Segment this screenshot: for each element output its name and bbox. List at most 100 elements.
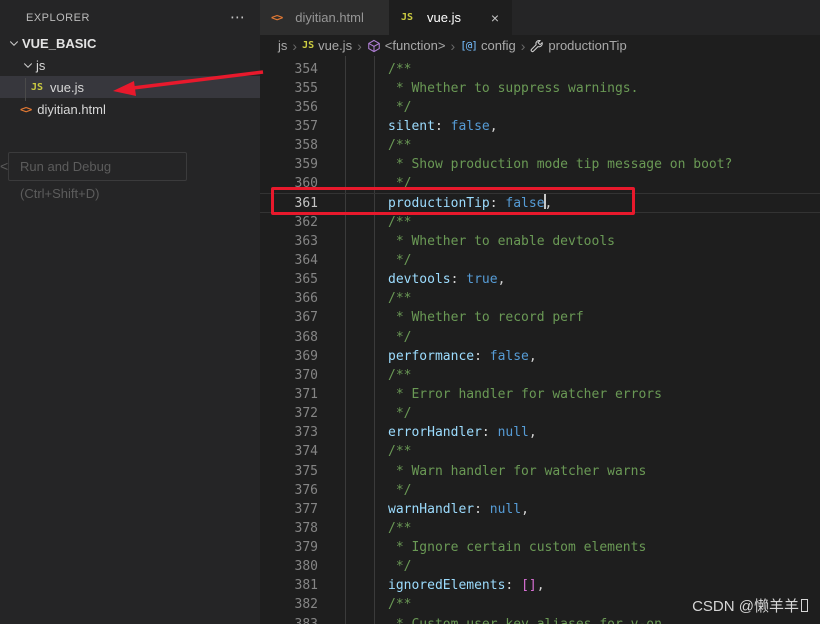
line-number: 354 bbox=[260, 60, 318, 79]
code-row[interactable]: 356 */ bbox=[260, 98, 820, 117]
line-number: 370 bbox=[260, 366, 318, 385]
tree-file-vuejs[interactable]: JS vue.js bbox=[0, 76, 260, 98]
run-and-debug-ghost-button[interactable]: Run and Debug (Ctrl+Shift+D) bbox=[8, 152, 187, 181]
tree-file-diyitian-html[interactable]: <> diyitian.html bbox=[0, 98, 260, 120]
code-row[interactable]: 364 */ bbox=[260, 251, 820, 270]
line-number: 360 bbox=[260, 174, 318, 193]
code-row[interactable]: 375 * Warn handler for watcher warns bbox=[260, 462, 820, 481]
code-row[interactable]: 378 /** bbox=[260, 519, 820, 538]
code-text: */ bbox=[388, 328, 411, 347]
code-text: optionMergeStrategies: Object.create(nul… bbox=[388, 56, 725, 60]
code-row[interactable]: 368 */ bbox=[260, 328, 820, 347]
code-row[interactable]: 381 ignoredElements: [], bbox=[260, 576, 820, 595]
code-text: * Whether to enable devtools bbox=[388, 232, 615, 251]
code-row[interactable]: 380 */ bbox=[260, 557, 820, 576]
tab-label: diyitian.html bbox=[295, 10, 364, 25]
code-text: ignoredElements: [], bbox=[388, 576, 545, 595]
code-row[interactable]: 369performance: false, bbox=[260, 347, 820, 366]
code-row[interactable]: 355 * Whether to suppress warnings. bbox=[260, 79, 820, 98]
line-number: 373 bbox=[260, 423, 318, 442]
line-number: 378 bbox=[260, 519, 318, 538]
tree-folder-js[interactable]: js bbox=[0, 54, 260, 76]
tab-bar: <> diyitian.html JS vue.js × bbox=[260, 0, 820, 35]
explorer-title: EXPLORER bbox=[26, 12, 90, 24]
code-row[interactable]: 366/** bbox=[260, 289, 820, 308]
code-row[interactable]: 379 * Ignore certain custom elements bbox=[260, 538, 820, 557]
tree-indent-guide bbox=[25, 78, 26, 101]
breadcrumb-item-productiontip[interactable]: productionTip bbox=[530, 38, 626, 53]
code-text: warnHandler: null, bbox=[388, 500, 529, 519]
html-file-icon: <> bbox=[271, 11, 282, 24]
breadcrumb-item-config[interactable]: [@] config bbox=[460, 38, 516, 53]
line-number: 369 bbox=[260, 347, 318, 366]
code-row[interactable]: 357silent: false, bbox=[260, 117, 820, 136]
code-text: * Warn handler for watcher warns bbox=[388, 462, 646, 481]
code-text: /** bbox=[388, 213, 411, 232]
line-number: 365 bbox=[260, 270, 318, 289]
code-row[interactable]: 360 */ bbox=[260, 174, 820, 193]
line-number: 381 bbox=[260, 576, 318, 595]
tree-root-vue-basic[interactable]: VUE_BASIC bbox=[0, 32, 260, 54]
breadcrumb-item-js[interactable]: js bbox=[278, 38, 287, 53]
line-number: 362 bbox=[260, 213, 318, 232]
js-file-icon: JS bbox=[302, 40, 314, 51]
code-row[interactable]: 376 */ bbox=[260, 481, 820, 500]
code-row[interactable]: 363 * Whether to enable devtools bbox=[260, 232, 820, 251]
code-text: */ bbox=[388, 557, 411, 576]
watermark-text: CSDN @懒羊羊 bbox=[692, 595, 799, 616]
more-actions-icon[interactable]: ⋯ bbox=[230, 13, 246, 23]
code-row[interactable]: 359 * Show production mode tip message o… bbox=[260, 155, 820, 174]
symbol-function-icon bbox=[367, 39, 381, 53]
close-icon[interactable]: × bbox=[489, 10, 501, 26]
indent-guide bbox=[374, 56, 375, 624]
breadcrumb: js › JS vue.js › <function> › [@] config… bbox=[260, 35, 820, 56]
line-number: 380 bbox=[260, 557, 318, 576]
line-number: 368 bbox=[260, 328, 318, 347]
code-text: /** bbox=[388, 136, 411, 155]
code-row[interactable]: 383 * Custom user key aliases for v-on bbox=[260, 615, 820, 624]
line-number: 358 bbox=[260, 136, 318, 155]
code-row[interactable]: 371 * Error handler for watcher errors bbox=[260, 385, 820, 404]
html-file-icon: <> bbox=[20, 103, 31, 116]
code-text: /** bbox=[388, 519, 411, 538]
line-number: 357 bbox=[260, 117, 318, 136]
line-number: 355 bbox=[260, 79, 318, 98]
breadcrumb-separator: › bbox=[450, 38, 455, 54]
breadcrumb-item-vuejs[interactable]: JS vue.js bbox=[302, 38, 352, 53]
code-row[interactable]: 361productionTip: false, bbox=[260, 194, 820, 213]
code-row[interactable]: 362 /** bbox=[260, 213, 820, 232]
code-editor[interactable]: 353optionMergeStrategies: Object.create(… bbox=[260, 56, 820, 624]
code-text: /** bbox=[388, 366, 411, 385]
chevron-down-icon bbox=[20, 57, 36, 73]
code-text: */ bbox=[388, 481, 411, 500]
line-number: 377 bbox=[260, 500, 318, 519]
code-row[interactable]: 373errorHandler: null, bbox=[260, 423, 820, 442]
code-text: productionTip: false, bbox=[388, 194, 552, 213]
breadcrumb-separator: › bbox=[521, 38, 526, 54]
line-number: 383 bbox=[260, 615, 318, 624]
code-row[interactable]: 354 /** bbox=[260, 60, 820, 79]
code-text: /** bbox=[388, 289, 411, 308]
code-text: * Error handler for watcher errors bbox=[388, 385, 662, 404]
line-number: 374 bbox=[260, 442, 318, 461]
folder-label: js bbox=[36, 58, 45, 73]
tab-diyitian-html[interactable]: <> diyitian.html bbox=[260, 0, 390, 35]
tab-vuejs[interactable]: JS vue.js × bbox=[390, 0, 512, 35]
code-text: * Whether to record perf bbox=[388, 308, 584, 327]
line-number: 379 bbox=[260, 538, 318, 557]
code-row[interactable]: 367 * Whether to record perf bbox=[260, 308, 820, 327]
line-number: 372 bbox=[260, 404, 318, 423]
line-number: 363 bbox=[260, 232, 318, 251]
code-row[interactable]: 370 /** bbox=[260, 366, 820, 385]
code-row[interactable]: 365devtools: true, bbox=[260, 270, 820, 289]
code-text: */ bbox=[388, 404, 411, 423]
code-row[interactable]: 372 */ bbox=[260, 404, 820, 423]
symbol-property-wrench-icon bbox=[530, 39, 544, 53]
breadcrumb-item-function[interactable]: <function> bbox=[367, 38, 446, 53]
code-text: /** bbox=[388, 60, 411, 79]
missing-glyph-box bbox=[801, 599, 808, 612]
code-row[interactable]: 374/** bbox=[260, 442, 820, 461]
tab-label: vue.js bbox=[427, 10, 461, 25]
code-row[interactable]: 377 warnHandler: null, bbox=[260, 500, 820, 519]
code-row[interactable]: 358 /** bbox=[260, 136, 820, 155]
